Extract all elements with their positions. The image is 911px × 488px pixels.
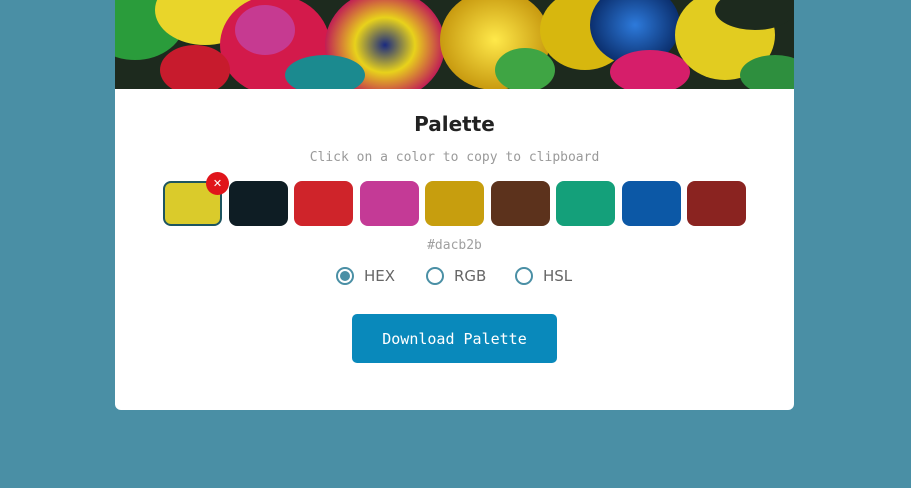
color-swatch[interactable]	[491, 181, 550, 226]
hero-image	[115, 0, 794, 89]
color-swatch[interactable]	[622, 181, 681, 226]
format-label-hsl: HSL	[543, 267, 573, 285]
color-swatch[interactable]	[294, 181, 353, 226]
close-icon[interactable]: ✕	[206, 172, 229, 195]
format-label-hex: HEX	[364, 267, 396, 285]
color-swatch[interactable]	[229, 181, 288, 226]
palette-card: Palette Click on a color to copy to clip…	[115, 0, 794, 410]
color-swatch[interactable]	[556, 181, 615, 226]
selected-color-value: #dacb2b	[427, 238, 482, 253]
download-palette-button[interactable]: Download Palette	[352, 314, 557, 363]
radio-hex[interactable]	[336, 267, 354, 285]
color-swatch[interactable]	[687, 181, 746, 226]
color-swatches	[163, 181, 753, 227]
radio-hsl[interactable]	[515, 267, 533, 285]
copy-hint: Click on a color to copy to clipboard	[309, 150, 600, 165]
rainbow-roses-image	[115, 0, 794, 89]
color-swatch[interactable]	[360, 181, 419, 226]
radio-rgb[interactable]	[426, 267, 444, 285]
format-label-rgb: RGB	[454, 267, 487, 285]
page-title: Palette	[414, 112, 495, 136]
color-swatch[interactable]	[425, 181, 484, 226]
